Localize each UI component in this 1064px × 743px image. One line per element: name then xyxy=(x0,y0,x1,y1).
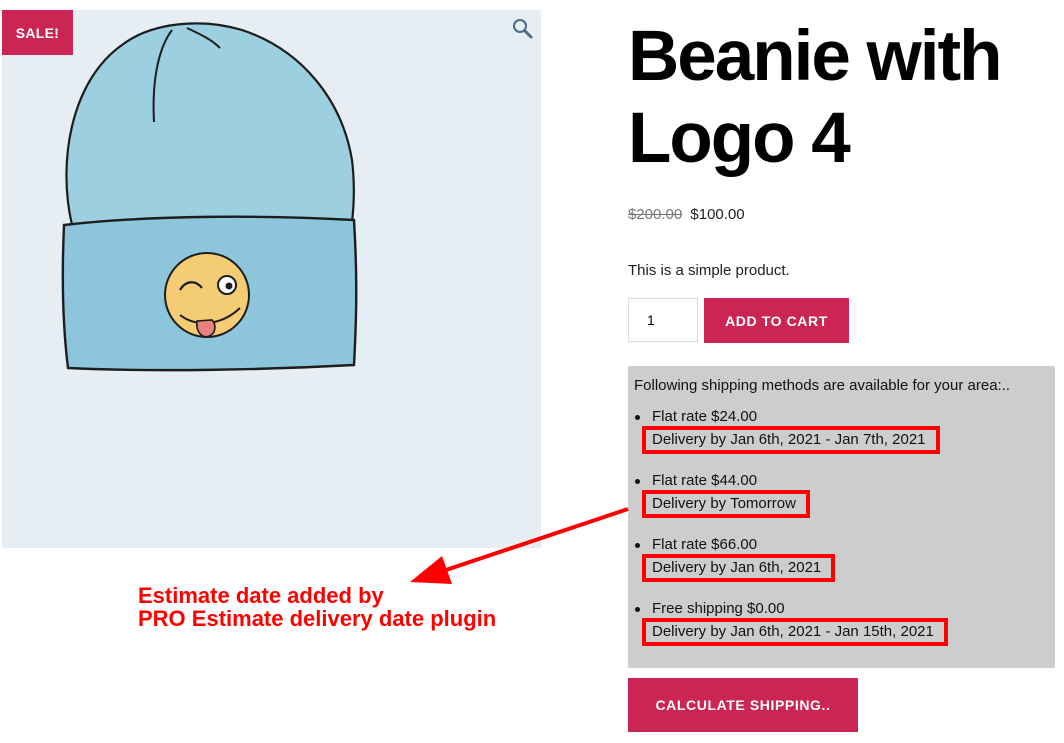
shipping-method-name: Flat rate $24.00 xyxy=(652,408,758,425)
annotation-text: Estimate date added by PRO Estimate deli… xyxy=(138,584,496,630)
product-title: Beanie with Logo 4 xyxy=(628,16,1058,180)
short-description: This is a simple product. xyxy=(628,262,790,279)
old-price: $200.00 xyxy=(628,206,683,223)
annotation-line1: Estimate date added by xyxy=(138,583,384,608)
delivery-estimate: Delivery by Jan 6th, 2021 - Jan 15th, 20… xyxy=(642,618,948,646)
product-page: SALE! Beanie with Logo 4 $200.00 $100.00… xyxy=(0,0,1064,743)
shipping-intro: Following shipping methods are available… xyxy=(634,377,1011,394)
shipping-method-name: Flat rate $66.00 xyxy=(652,536,758,553)
product-price: $200.00 $100.00 xyxy=(628,206,745,223)
bullet-icon xyxy=(635,543,640,548)
shipping-method-name: Free shipping $0.00 xyxy=(652,600,785,617)
sale-badge: SALE! xyxy=(2,10,73,55)
quantity-input[interactable] xyxy=(628,298,698,342)
delivery-estimate: Delivery by Jan 6th, 2021 - Jan 7th, 202… xyxy=(642,426,940,454)
product-image[interactable] xyxy=(2,10,541,548)
delivery-estimate: Delivery by Tomorrow xyxy=(642,490,810,518)
beanie-illustration xyxy=(61,22,358,372)
bullet-icon xyxy=(635,415,640,420)
product-title-line2: Logo 4 xyxy=(628,99,851,178)
bullet-icon xyxy=(635,607,640,612)
magnifier-icon[interactable] xyxy=(512,18,534,40)
bullet-icon xyxy=(635,479,640,484)
shipping-methods-box: Following shipping methods are available… xyxy=(628,366,1055,668)
delivery-estimate: Delivery by Jan 6th, 2021 xyxy=(642,554,836,582)
sale-price: $100.00 xyxy=(690,206,745,223)
calculate-shipping-button[interactable]: CALCULATE SHIPPING.. xyxy=(628,678,858,732)
add-to-cart-button[interactable]: ADD TO CART xyxy=(704,298,849,343)
product-title-line1: Beanie with xyxy=(628,17,1003,96)
annotation-line2: PRO Estimate delivery date plugin xyxy=(138,606,497,631)
shipping-method-name: Flat rate $44.00 xyxy=(652,472,758,489)
